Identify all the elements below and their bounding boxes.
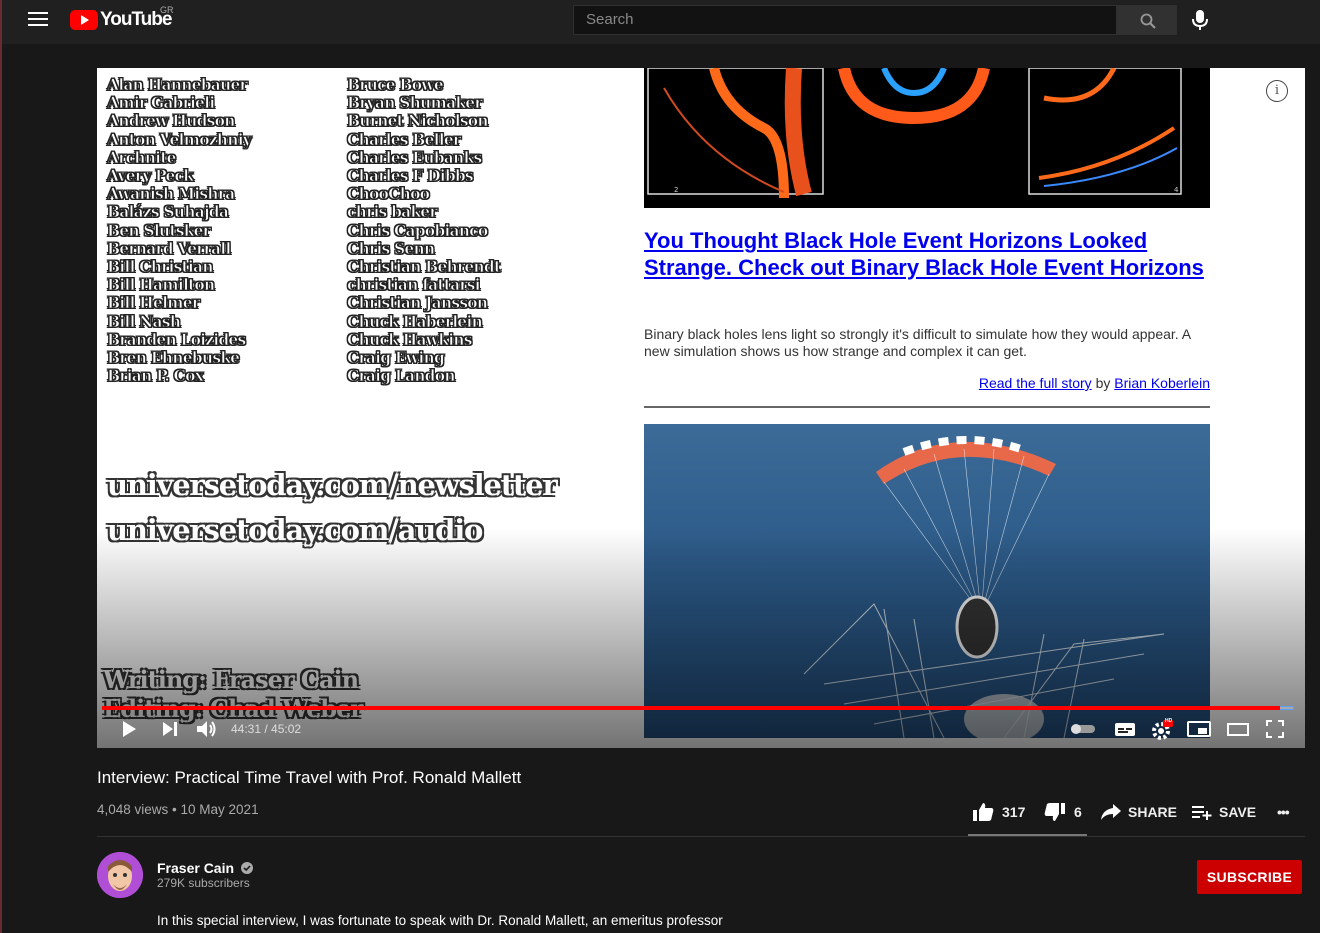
sim-panel-label-right: 4 bbox=[1174, 186, 1179, 194]
sim-panel-label-left: 2 bbox=[674, 186, 678, 194]
supporter-name: Brian P. Cox bbox=[107, 366, 205, 386]
read-full-story-link[interactable]: Read the full story bbox=[979, 375, 1092, 391]
supporter-name: Bruce Bowe bbox=[347, 75, 444, 94]
dislike-button[interactable]: 6 bbox=[1044, 800, 1082, 824]
supporter-name: Bill Hamilton bbox=[107, 275, 216, 295]
supporter-name: Christian Behrendt bbox=[347, 257, 502, 277]
supporter-name: Bill Helmer bbox=[107, 293, 201, 313]
supporter-name: Branden Loizides bbox=[107, 329, 247, 349]
microphone-icon[interactable] bbox=[1190, 9, 1210, 31]
dislike-count: 6 bbox=[1074, 804, 1082, 820]
share-button[interactable]: SHARE bbox=[1100, 800, 1177, 824]
supporters-column-right: Bruce Bowe Bryan Shumaker Burnet Nicholson… bbox=[347, 75, 502, 386]
video-player[interactable]: Alan Hannebauer Amir Gabrieli Andrew Hudso… bbox=[97, 68, 1305, 748]
news-headline-link[interactable]: You Thought Black Hole Event Horizons Lo… bbox=[644, 228, 1204, 281]
audio-url: universetoday.com/audio bbox=[107, 513, 483, 547]
miniplayer-icon[interactable] bbox=[1187, 720, 1211, 738]
play-icon[interactable] bbox=[121, 720, 137, 738]
like-button[interactable]: 317 bbox=[972, 800, 1025, 824]
next-icon[interactable] bbox=[161, 720, 179, 738]
save-button[interactable]: SAVE bbox=[1191, 800, 1256, 824]
channel-name[interactable]: Fraser Cain bbox=[157, 860, 253, 876]
supporter-name: Charles Eubanks bbox=[347, 147, 483, 167]
supporter-name: Charles Beller bbox=[347, 129, 462, 149]
newsletter-url: universetoday.com/newsletter bbox=[107, 468, 558, 502]
subscriber-count: 279K subscribers bbox=[157, 876, 250, 890]
news-description: Binary black holes lens light so strongl… bbox=[644, 326, 1191, 359]
subscribe-button[interactable]: SUBSCRIBE bbox=[1197, 860, 1302, 894]
supporters-column-left: Alan Hannebauer Amir Gabrieli Andrew Hudso… bbox=[107, 75, 253, 386]
autoplay-toggle-icon[interactable] bbox=[1071, 723, 1095, 735]
author-link[interactable]: Brian Koberlein bbox=[1114, 375, 1210, 391]
supporter-name: Amir Gabrieli bbox=[107, 93, 216, 113]
capsule-recovery-image bbox=[644, 424, 1210, 738]
volume-icon[interactable] bbox=[196, 720, 218, 738]
channel-avatar[interactable] bbox=[97, 852, 143, 898]
supporter-name: Bryan Shumaker bbox=[347, 93, 483, 113]
credit-writing: Writing: Fraser Cain bbox=[103, 665, 359, 694]
share-icon bbox=[1101, 804, 1121, 820]
fullscreen-icon[interactable] bbox=[1266, 720, 1284, 738]
info-icon[interactable]: i bbox=[1266, 80, 1288, 102]
youtube-logo[interactable]: YouTube bbox=[70, 8, 172, 32]
news-divider bbox=[644, 406, 1210, 408]
supporter-name: chris baker bbox=[347, 202, 438, 222]
video-meta: 4,048 views • 10 May 2021 bbox=[97, 802, 259, 817]
time-display: 44:31 / 45:02 bbox=[231, 722, 302, 736]
supporter-name: Anton Velmozhniy bbox=[107, 129, 253, 149]
video-description: In this special interview, I was fortuna… bbox=[157, 913, 723, 928]
search-icon bbox=[1140, 13, 1156, 29]
masthead: YouTube GR Search bbox=[2, 0, 1320, 44]
more-actions-button[interactable]: ••• bbox=[1277, 800, 1290, 824]
supporter-name: Craig Landon bbox=[347, 366, 456, 386]
country-code: GR bbox=[160, 5, 174, 15]
hd-badge: HD bbox=[1165, 718, 1173, 724]
supporter-name: Avery Peck bbox=[107, 166, 195, 186]
supporter-name: Bill Nash bbox=[107, 311, 182, 331]
subtitles-icon[interactable] bbox=[1114, 720, 1136, 738]
supporter-name: Andrew Hudson bbox=[107, 111, 236, 131]
thumbs-up-icon bbox=[973, 803, 994, 821]
supporter-name: Chris Senn bbox=[347, 238, 436, 258]
supporter-name: Chris Capobianco bbox=[347, 220, 489, 240]
byline-by: by bbox=[1095, 375, 1111, 391]
video-title: Interview: Practical Time Travel with Pr… bbox=[97, 768, 522, 787]
save-label: SAVE bbox=[1219, 804, 1257, 820]
play-logo-icon bbox=[70, 10, 98, 30]
thumbs-down-icon bbox=[1044, 803, 1065, 821]
supporter-name: Charles F Dibbs bbox=[347, 166, 474, 186]
theater-mode-icon[interactable] bbox=[1227, 720, 1249, 738]
like-count: 317 bbox=[1002, 804, 1026, 820]
verified-icon bbox=[240, 862, 253, 874]
supporter-name: Archnite bbox=[107, 147, 177, 167]
search-input[interactable]: Search bbox=[573, 5, 1117, 35]
menu-icon[interactable] bbox=[28, 12, 48, 28]
supporter-name: ChooChoo bbox=[347, 184, 431, 204]
search-button[interactable] bbox=[1117, 5, 1177, 35]
black-hole-simulation-image: 2 4 bbox=[644, 68, 1210, 208]
supporter-name: Balázs Suhajda bbox=[107, 202, 230, 222]
section-divider bbox=[97, 836, 1305, 837]
player-controls: 44:31 / 45:02 HD bbox=[97, 714, 1305, 748]
channel-name-text: Fraser Cain bbox=[157, 860, 235, 876]
supporter-name: Chuck Haberlein bbox=[347, 311, 484, 331]
supporter-name: Bill Christian bbox=[107, 257, 214, 277]
news-byline: Read the full story by Brian Koberlein bbox=[979, 375, 1210, 391]
playlist-add-icon bbox=[1192, 806, 1212, 820]
supporter-name: Awanish Mishra bbox=[107, 184, 236, 204]
supporter-name: Alan Hannebauer bbox=[107, 75, 248, 94]
supporter-name: Bernard Verrall bbox=[107, 238, 232, 258]
share-label: SHARE bbox=[1128, 804, 1178, 820]
app-frame: YouTube GR Search Alan Hannebauer Amir Ga… bbox=[0, 0, 1320, 933]
supporter-name: christian fattarsi bbox=[347, 275, 481, 295]
supporter-name: Christian Jansson bbox=[347, 293, 489, 313]
supporter-name: Ben Slutsker bbox=[107, 220, 212, 240]
supporter-name: Bren Ehnebuske bbox=[107, 348, 241, 368]
supporter-name: Chuck Hawkins bbox=[347, 329, 473, 349]
supporter-name: Burnet Nicholson bbox=[347, 111, 489, 131]
progress-played bbox=[102, 706, 1281, 710]
supporter-name: Craig Ewing bbox=[347, 348, 446, 368]
